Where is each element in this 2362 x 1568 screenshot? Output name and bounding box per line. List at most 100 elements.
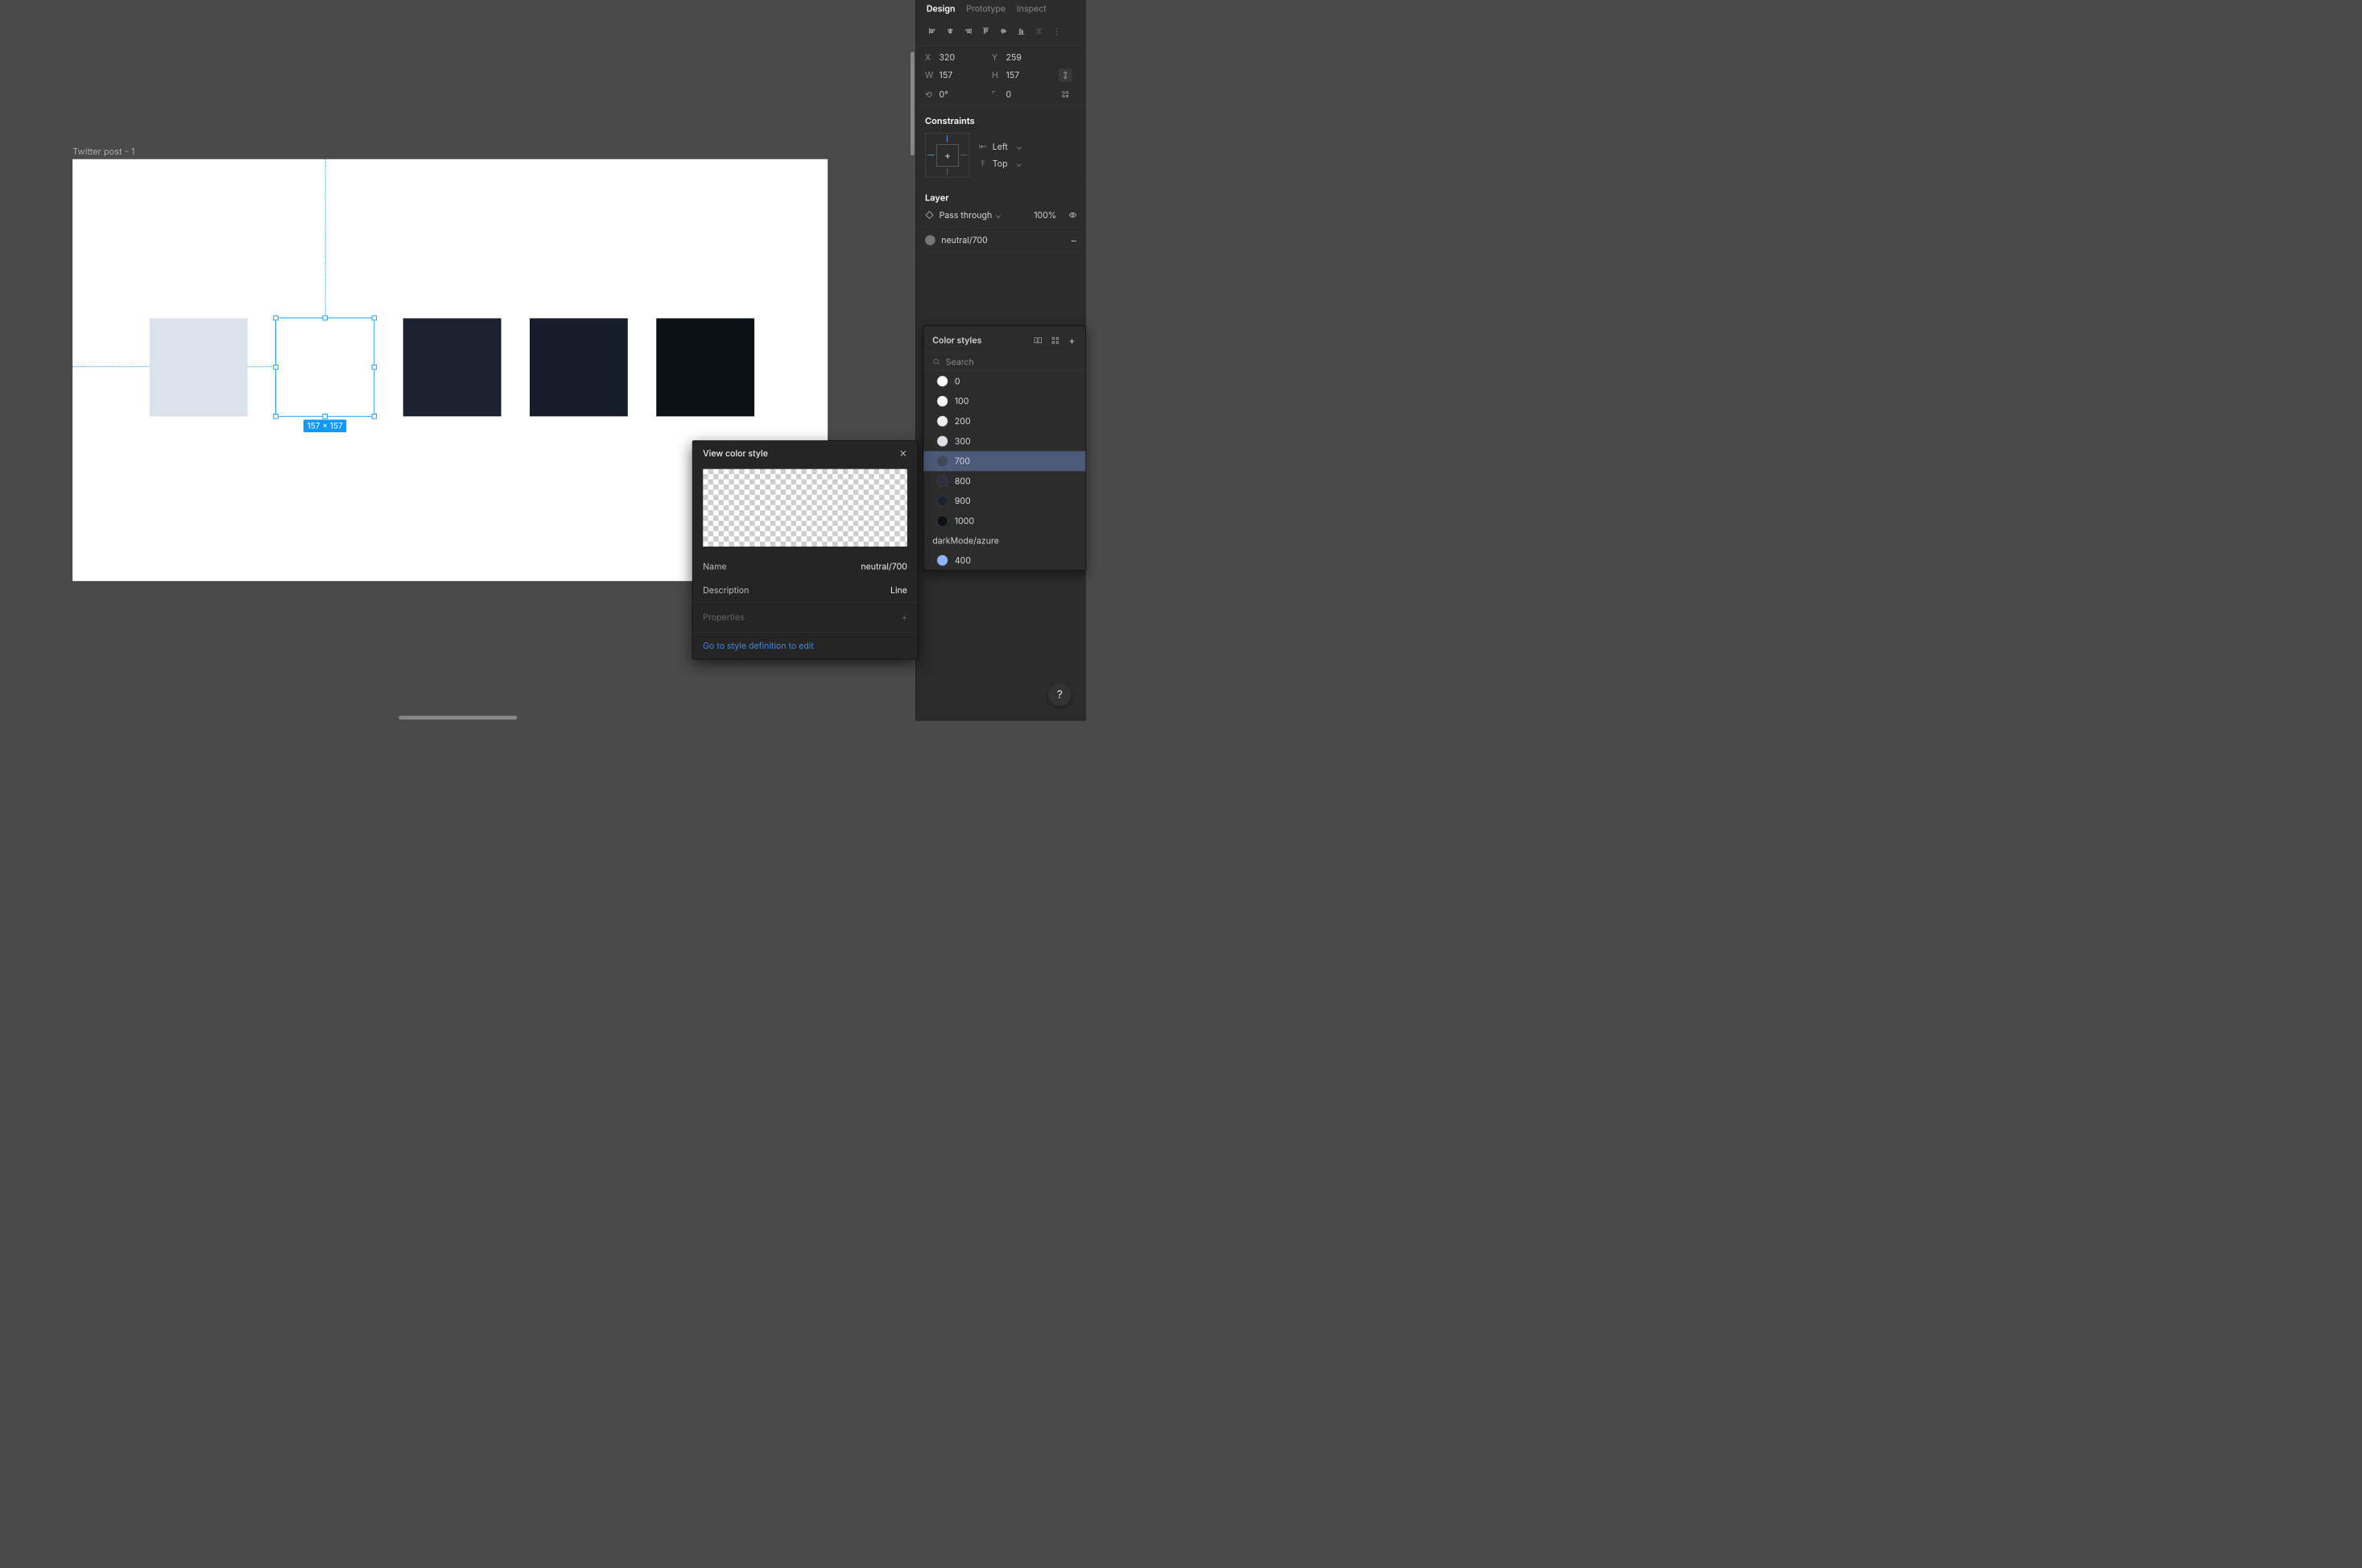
style-item-label: 200: [955, 416, 971, 427]
name-label: Name: [703, 562, 726, 572]
swatch-neutral-light[interactable]: [150, 318, 248, 416]
search-placeholder: Search: [946, 357, 974, 367]
style-swatch-icon: [937, 396, 948, 407]
style-swatch-icon: [937, 456, 948, 467]
w-field[interactable]: W157: [925, 70, 988, 80]
styles-list: 01002003007008009001000darkMode/azure400: [923, 371, 1085, 570]
properties-label: Properties: [703, 613, 744, 623]
resize-handle[interactable]: [372, 365, 377, 369]
style-swatch-icon: [937, 376, 948, 387]
swatch-dark-1[interactable]: [403, 318, 502, 416]
distribute-icon[interactable]: [1031, 23, 1046, 38]
name-value: neutral/700: [861, 562, 907, 572]
style-item-0[interactable]: 0: [923, 371, 1085, 391]
resize-handle[interactable]: [322, 316, 327, 320]
selected-swatch[interactable]: 157 × 157: [275, 318, 374, 417]
blend-mode-select[interactable]: Pass through⌄: [939, 210, 1002, 221]
description-label: Description: [703, 585, 749, 596]
transform-properties: X320 Y259 W157 H157 ⟲0° ⌜0: [916, 46, 1086, 109]
style-swatch-icon: [937, 476, 948, 487]
align-vcenter-icon[interactable]: [996, 23, 1010, 38]
swatch-dark-3[interactable]: [656, 318, 754, 416]
x-field[interactable]: X320: [925, 52, 988, 63]
search-icon: [932, 358, 940, 366]
style-item-label: 100: [955, 396, 969, 406]
resize-handle[interactable]: [372, 414, 377, 419]
add-property-icon[interactable]: +: [902, 613, 907, 623]
radius-field[interactable]: ⌜0: [992, 89, 1055, 100]
panel-tabs: Design Prototype Inspect: [916, 0, 1086, 21]
align-top-icon[interactable]: [978, 23, 993, 38]
style-item-800[interactable]: 800: [923, 471, 1085, 491]
style-swatch-icon: [937, 555, 948, 566]
style-name-row: Name neutral/700: [692, 555, 918, 578]
style-item-700[interactable]: 700: [923, 451, 1085, 471]
y-field[interactable]: Y259: [992, 52, 1055, 63]
opacity-field[interactable]: 100%: [1034, 210, 1056, 221]
style-item-label: 1000: [955, 516, 974, 526]
style-item-label: 400: [955, 555, 971, 566]
style-item-label: 800: [955, 476, 971, 486]
add-style-icon[interactable]: +: [1067, 332, 1076, 348]
resize-handle[interactable]: [273, 316, 278, 320]
style-swatch-icon: [937, 496, 948, 507]
canvas-scrollbar-horizontal[interactable]: [398, 716, 517, 720]
style-properties-row: Properties +: [692, 602, 918, 632]
fill-style-row[interactable]: neutral/700 −: [916, 228, 1086, 253]
align-hcenter-icon[interactable]: [943, 23, 957, 38]
resize-handle[interactable]: [322, 414, 327, 419]
canvas-scrollbar-vertical[interactable]: [911, 52, 915, 155]
color-styles-panel: Color styles + Search 0 100 200 300 700 800 90…: [923, 326, 1086, 571]
layer-title: Layer: [925, 192, 1077, 203]
popover-title: View color style: [703, 448, 768, 459]
align-bottom-icon[interactable]: [1014, 23, 1028, 38]
style-item-400[interactable]: 400: [923, 551, 1085, 571]
constraints-title: Constraints: [925, 115, 1077, 126]
align-right-icon[interactable]: [960, 23, 975, 38]
style-item-900[interactable]: 900: [923, 491, 1085, 511]
help-button[interactable]: ?: [1048, 683, 1072, 707]
fill-style-name: neutral/700: [941, 235, 988, 246]
style-swatch-icon: [937, 415, 948, 427]
style-description-row: Description Line: [692, 579, 918, 602]
resize-handle[interactable]: [273, 365, 278, 369]
style-item-label: 0: [955, 376, 960, 386]
link-wh-icon[interactable]: [1059, 68, 1072, 82]
style-preview-swatch: [703, 469, 907, 547]
description-value: Line: [890, 585, 907, 596]
constraint-vertical-select[interactable]: ⤒Top⌄: [978, 159, 1022, 169]
tab-inspect[interactable]: Inspect: [1017, 4, 1047, 14]
constraints-section: Constraints + ⇤Left⌄ ⤒Top⌄: [916, 108, 1086, 185]
library-icon[interactable]: [1032, 335, 1044, 346]
align-left-icon[interactable]: [925, 23, 939, 38]
tab-design[interactable]: Design: [927, 4, 956, 14]
rotation-field[interactable]: ⟲0°: [925, 89, 988, 100]
frame-label: Twitter post - 1: [72, 146, 134, 157]
close-icon[interactable]: [899, 449, 907, 457]
style-item-100[interactable]: 100: [923, 391, 1085, 411]
tab-prototype[interactable]: Prototype: [966, 4, 1006, 14]
visibility-toggle-icon[interactable]: [1068, 211, 1077, 220]
independent-corners-icon[interactable]: [1059, 88, 1072, 101]
constraint-horizontal-select[interactable]: ⇤Left⌄: [978, 142, 1022, 152]
style-item-label: 900: [955, 496, 971, 506]
constraints-widget[interactable]: +: [925, 133, 969, 177]
grid-view-icon[interactable]: [1050, 335, 1061, 346]
style-swatch-icon: [937, 435, 948, 447]
resize-handle[interactable]: [273, 414, 278, 419]
color-styles-title: Color styles: [932, 336, 981, 346]
style-item-200[interactable]: 200: [923, 411, 1085, 431]
alignment-controls: ⋮: [916, 21, 1086, 46]
resize-handle[interactable]: [372, 316, 377, 320]
styles-search[interactable]: Search: [923, 353, 1085, 371]
selection-dimensions-badge: 157 × 157: [304, 419, 347, 432]
style-item-1000[interactable]: 1000: [923, 511, 1085, 531]
detach-style-icon[interactable]: −: [1070, 234, 1077, 247]
h-field[interactable]: H157: [992, 70, 1055, 80]
style-item-label: 300: [955, 436, 971, 447]
style-item-300[interactable]: 300: [923, 431, 1085, 452]
tidy-icon[interactable]: ⋮: [1050, 23, 1064, 38]
layer-section: Layer ◇ Pass through⌄ 100%: [916, 185, 1086, 228]
swatch-dark-2[interactable]: [530, 318, 628, 416]
go-to-definition-link[interactable]: Go to style definition to edit: [692, 632, 918, 659]
